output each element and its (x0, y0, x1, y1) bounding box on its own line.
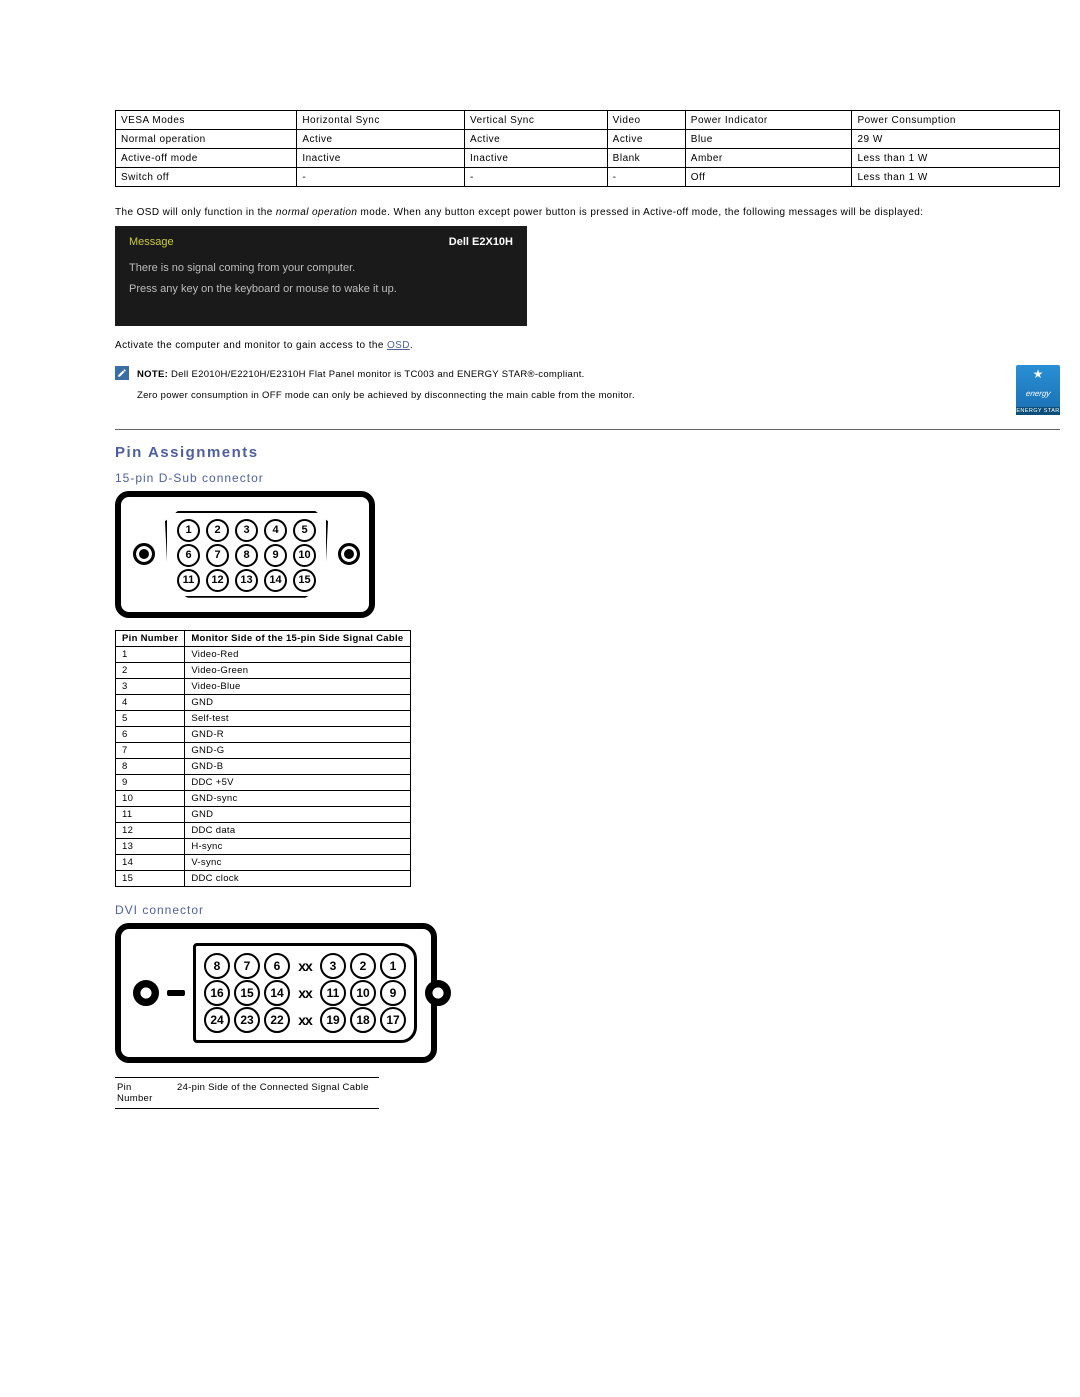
osd-message-box: Message Dell E2X10H There is no signal c… (115, 226, 527, 326)
dvi-pin-table-header: Pin Number 24-pin Side of the Connected … (115, 1077, 379, 1109)
connector-pin: 1 (380, 953, 406, 979)
pin-gap: xx (294, 1012, 316, 1028)
screw-icon (425, 980, 451, 1006)
table-row: 7GND-G (116, 742, 411, 758)
table-row: 13H-sync (116, 838, 411, 854)
connector-pin: 3 (235, 519, 258, 542)
table-header: Vertical Sync (465, 111, 608, 130)
connector-pin: 23 (234, 1007, 260, 1033)
note-text: NOTE: Dell E2010H/E2210H/E2310H Flat Pan… (137, 365, 635, 407)
connector-pin: 2 (350, 953, 376, 979)
connector-pin: 14 (264, 980, 290, 1006)
connector-pin: 19 (320, 1007, 346, 1033)
activate-text: Activate the computer and monitor to gai… (115, 340, 1060, 351)
table-row: 12DDC data (116, 822, 411, 838)
table-row: 9DDC +5V (116, 774, 411, 790)
pin-gap: xx (294, 985, 316, 1001)
dvi-connector-diagram: 876xx321161514xx11109242322xx191817 (115, 923, 437, 1063)
table-header: Power Indicator (685, 111, 852, 130)
connector-pin: 8 (204, 953, 230, 979)
pin-assignments-heading: Pin Assignments (115, 444, 1060, 461)
screw-icon (133, 543, 155, 565)
connector-pin: 9 (380, 980, 406, 1006)
table-row: 2Video-Green (116, 662, 411, 678)
connector-pin: 10 (350, 980, 376, 1006)
table-header: Video (607, 111, 685, 130)
screw-icon (133, 980, 159, 1006)
dsub-connector-diagram: 123456789101112131415 (115, 491, 375, 618)
table-header: Power Consumption (852, 111, 1060, 130)
connector-pin: 22 (264, 1007, 290, 1033)
connector-pin: 13 (235, 569, 258, 592)
table-row: 3Video-Blue (116, 678, 411, 694)
vesa-modes-table: VESA ModesHorizontal SyncVertical SyncVi… (115, 110, 1060, 187)
connector-pin: 7 (206, 544, 229, 567)
energy-star-logo: ★ energy ENERGY STAR (1016, 365, 1060, 415)
table-row: Switch off---OffLess than 1 W (116, 168, 1060, 187)
connector-pin: 14 (264, 569, 287, 592)
connector-pin: 3 (320, 953, 346, 979)
table-row: 14V-sync (116, 854, 411, 870)
table-row: 4GND (116, 694, 411, 710)
divider (115, 429, 1060, 430)
osd-model-label: Dell E2X10H (449, 236, 513, 248)
osd-link[interactable]: OSD (387, 340, 410, 351)
connector-pin: 16 (204, 980, 230, 1006)
connector-pin: 15 (234, 980, 260, 1006)
osd-message-label: Message (129, 236, 174, 248)
table-row: 1Video-Red (116, 646, 411, 662)
table-header: VESA Modes (116, 111, 297, 130)
connector-pin: 15 (293, 569, 316, 592)
screw-icon (338, 543, 360, 565)
connector-pin: 12 (206, 569, 229, 592)
connector-pin: 7 (234, 953, 260, 979)
dsub-heading: 15-pin D-Sub connector (115, 471, 1060, 485)
table-row: 5Self-test (116, 710, 411, 726)
connector-pin: 2 (206, 519, 229, 542)
table-row: 6GND-R (116, 726, 411, 742)
connector-pin: 1 (177, 519, 200, 542)
dsub-pin-table: Pin NumberMonitor Side of the 15-pin Sid… (115, 630, 411, 887)
connector-pin: 8 (235, 544, 258, 567)
osd-line-1: There is no signal coming from your comp… (129, 258, 513, 279)
pin-gap: xx (294, 958, 316, 974)
table-row: Normal operationActiveActiveActiveBlue29… (116, 130, 1060, 149)
connector-pin: 4 (264, 519, 287, 542)
table-row: 8GND-B (116, 758, 411, 774)
table-row: 15DDC clock (116, 870, 411, 886)
osd-line-2: Press any key on the keyboard or mouse t… (129, 279, 513, 300)
table-row: 11GND (116, 806, 411, 822)
connector-pin: 18 (350, 1007, 376, 1033)
connector-pin: 11 (320, 980, 346, 1006)
connector-pin: 17 (380, 1007, 406, 1033)
connector-pin: 9 (264, 544, 287, 567)
connector-pin: 5 (293, 519, 316, 542)
table-row: 10GND-sync (116, 790, 411, 806)
connector-pin: 10 (293, 544, 316, 567)
connector-pin: 24 (204, 1007, 230, 1033)
note-icon (115, 366, 129, 380)
table-header: Horizontal Sync (297, 111, 465, 130)
dvi-ground-blade (167, 990, 185, 996)
dvi-heading: DVI connector (115, 903, 1060, 917)
osd-intro-text: The OSD will only function in the normal… (115, 207, 1060, 218)
table-row: Active-off modeInactiveInactiveBlankAmbe… (116, 149, 1060, 168)
connector-pin: 6 (264, 953, 290, 979)
connector-pin: 6 (177, 544, 200, 567)
connector-pin: 11 (177, 569, 200, 592)
